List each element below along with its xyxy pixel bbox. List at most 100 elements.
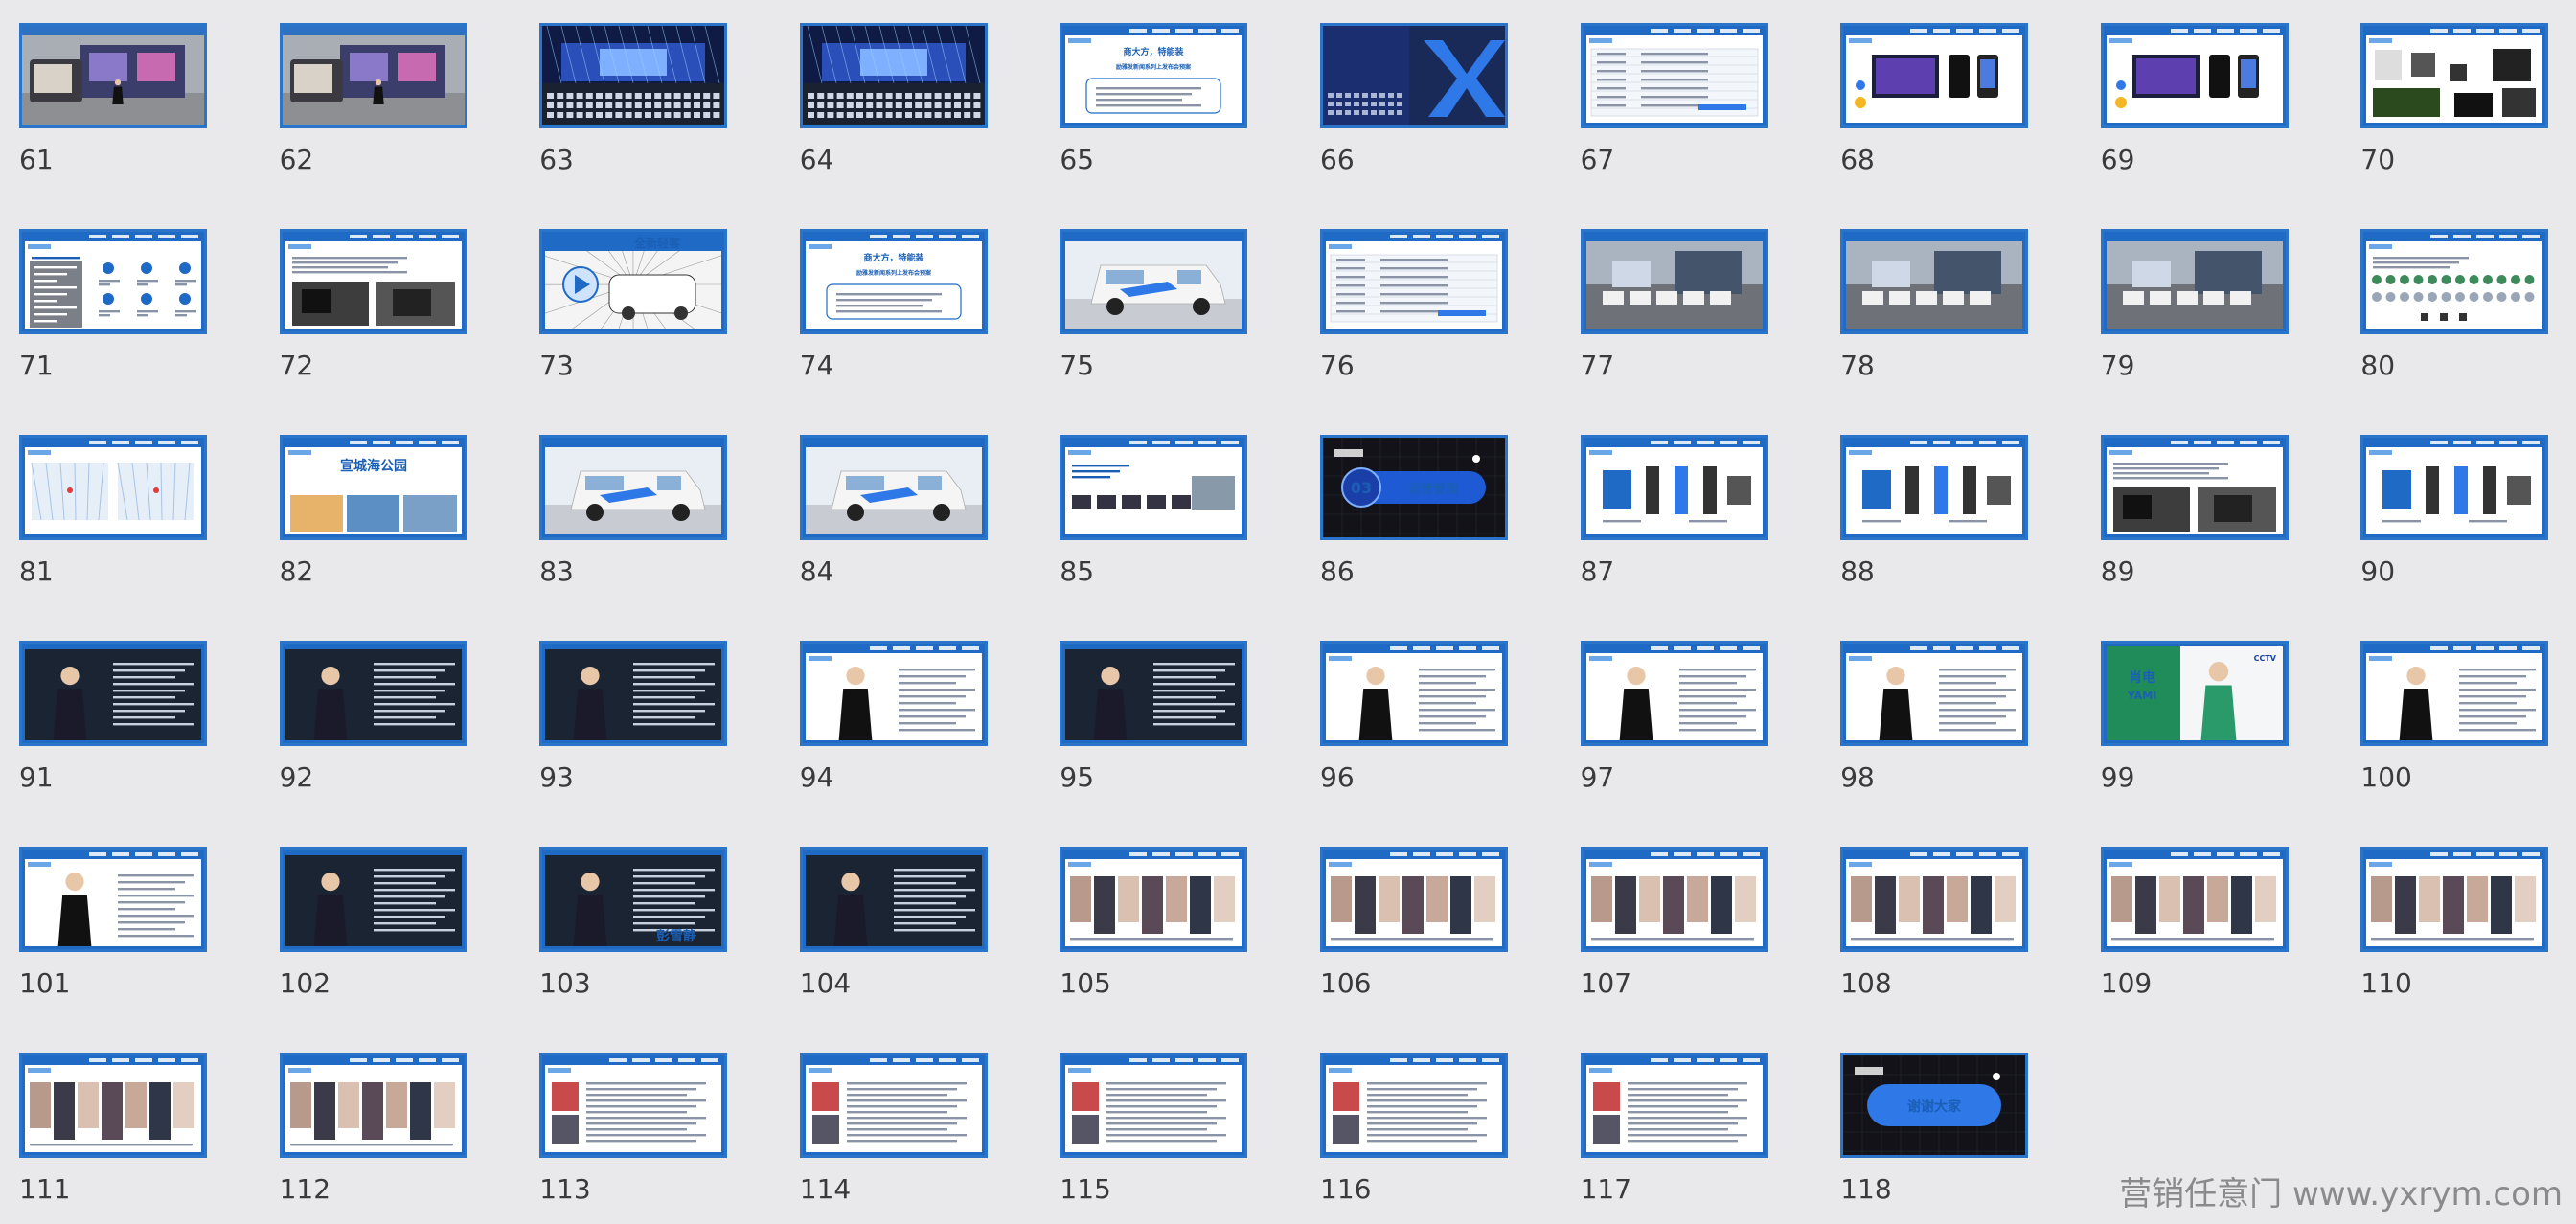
slide-thumbnail-62[interactable]: 62 [279,23,500,215]
slide-thumbnail-71[interactable]: 71 [19,229,239,420]
slide-preview[interactable] [19,435,207,540]
slide-thumbnail-70[interactable]: 70 [2360,23,2576,215]
slide-thumbnail-112[interactable]: 112 [279,1053,500,1224]
slide-preview[interactable] [1320,641,1508,746]
slide-preview[interactable] [19,229,207,334]
slide-thumbnail-88[interactable]: 88 [1840,435,2061,626]
slide-thumbnail-106[interactable]: 106 [1320,847,1540,1038]
slide-thumbnail-84[interactable]: 84 [799,435,1020,626]
slide-preview[interactable]: 肖电 YAMI CCTV [2100,641,2289,746]
slide-preview[interactable] [279,229,467,334]
slide-thumbnail-103[interactable]: 彭雪静 103 [539,847,760,1038]
slide-thumbnail-85[interactable]: 85 [1060,435,1280,626]
slide-preview[interactable] [1320,1053,1508,1158]
slide-preview[interactable] [1320,847,1508,952]
slide-preview[interactable] [1320,23,1508,128]
slide-preview[interactable] [1840,435,2029,540]
slide-preview[interactable] [539,23,728,128]
slide-thumbnail-72[interactable]: 72 [279,229,500,420]
slide-preview[interactable] [799,23,988,128]
slide-thumbnail-114[interactable]: 114 [799,1053,1020,1224]
slide-preview[interactable] [799,1053,988,1158]
slide-thumbnail-109[interactable]: 109 [2100,847,2321,1038]
slide-preview[interactable] [19,847,207,952]
slide-thumbnail-96[interactable]: 96 [1320,641,1540,832]
slide-preview[interactable] [279,641,467,746]
slide-thumbnail-69[interactable]: 69 [2100,23,2321,215]
slide-preview[interactable] [19,1053,207,1158]
slide-preview[interactable] [1840,23,2029,128]
slide-preview[interactable] [2100,435,2289,540]
slide-thumbnail-95[interactable]: 95 [1060,641,1280,832]
slide-preview[interactable] [279,847,467,952]
slide-preview[interactable] [2360,435,2549,540]
slide-thumbnail-111[interactable]: 111 [19,1053,239,1224]
slide-preview[interactable] [1060,229,1248,334]
slide-preview[interactable] [279,23,467,128]
slide-preview[interactable] [1840,229,2029,334]
slide-thumbnail-100[interactable]: 100 [2360,641,2576,832]
slide-preview[interactable] [19,23,207,128]
slide-thumbnail-105[interactable]: 105 [1060,847,1280,1038]
slide-thumbnail-98[interactable]: 98 [1840,641,2061,832]
slide-thumbnail-66[interactable]: 66 [1320,23,1540,215]
slide-preview[interactable] [19,641,207,746]
slide-thumbnail-89[interactable]: 89 [2100,435,2321,626]
slide-thumbnail-61[interactable]: 61 [19,23,239,215]
slide-thumbnail-91[interactable]: 91 [19,641,239,832]
slide-thumbnail-94[interactable]: 94 [799,641,1020,832]
slide-thumbnail-87[interactable]: 87 [1580,435,1801,626]
slide-preview[interactable]: 全新轻客 [539,229,728,334]
slide-preview[interactable] [2100,23,2289,128]
slide-thumbnail-99[interactable]: 肖电 YAMI CCTV 99 [2100,641,2321,832]
slide-preview[interactable] [539,435,728,540]
slide-preview[interactable] [1580,641,1768,746]
slide-thumbnail-110[interactable]: 110 [2360,847,2576,1038]
slide-thumbnail-78[interactable]: 78 [1840,229,2061,420]
slide-thumbnail-93[interactable]: 93 [539,641,760,832]
slide-preview[interactable] [799,847,988,952]
slide-thumbnail-107[interactable]: 107 [1580,847,1801,1038]
slide-thumbnail-116[interactable]: 116 [1320,1053,1540,1224]
slide-thumbnail-115[interactable]: 115 [1060,1053,1280,1224]
slide-thumbnail-117[interactable]: 117 [1580,1053,1801,1224]
slide-preview[interactable] [2360,847,2549,952]
slide-preview[interactable]: 03 运营管理 [1320,435,1508,540]
slide-thumbnail-73[interactable]: 全新轻客 73 [539,229,760,420]
slide-preview[interactable]: 宣城海公园 [279,435,467,540]
slide-thumbnail-90[interactable]: 90 [2360,435,2576,626]
slide-preview[interactable]: 商大方，特能装 励雅发新闻系列上发布会预案 [1060,23,1248,128]
slide-preview[interactable] [1580,435,1768,540]
slide-preview[interactable] [799,641,988,746]
slide-thumbnail-77[interactable]: 77 [1580,229,1801,420]
slide-thumbnail-63[interactable]: 63 [539,23,760,215]
slide-preview[interactable] [2100,847,2289,952]
slide-preview[interactable] [1060,435,1248,540]
slide-preview[interactable] [1840,847,2029,952]
slide-thumbnail-83[interactable]: 83 [539,435,760,626]
slide-thumbnail-65[interactable]: 商大方，特能装 励雅发新闻系列上发布会预案 65 [1060,23,1280,215]
slide-thumbnail-81[interactable]: 81 [19,435,239,626]
slide-preview[interactable] [2360,229,2549,334]
slide-thumbnail-68[interactable]: 68 [1840,23,2061,215]
slide-preview[interactable]: 商大方，特能装 励雅发新闻系列上发布会预案 [799,229,988,334]
slide-preview[interactable] [1320,229,1508,334]
slide-thumbnail-113[interactable]: 113 [539,1053,760,1224]
slide-preview[interactable] [1840,641,2029,746]
slide-thumbnail-102[interactable]: 102 [279,847,500,1038]
slide-thumbnail-97[interactable]: 97 [1580,641,1801,832]
slide-thumbnail-101[interactable]: 101 [19,847,239,1038]
slide-preview[interactable] [1060,641,1248,746]
slide-thumbnail-104[interactable]: 104 [799,847,1020,1038]
slide-thumbnail-118[interactable]: 谢谢大家 118 [1840,1053,2061,1224]
slide-thumbnail-67[interactable]: 67 [1580,23,1801,215]
slide-preview[interactable] [1580,847,1768,952]
slide-thumbnail-74[interactable]: 商大方，特能装 励雅发新闻系列上发布会预案 74 [799,229,1020,420]
slide-thumbnail-108[interactable]: 108 [1840,847,2061,1038]
slide-preview[interactable] [1060,1053,1248,1158]
slide-thumbnail-86[interactable]: 03 运营管理 86 [1320,435,1540,626]
slide-preview[interactable] [1580,23,1768,128]
slide-preview[interactable] [2360,23,2549,128]
slide-preview[interactable] [1060,847,1248,952]
slide-thumbnail-80[interactable]: 80 [2360,229,2576,420]
